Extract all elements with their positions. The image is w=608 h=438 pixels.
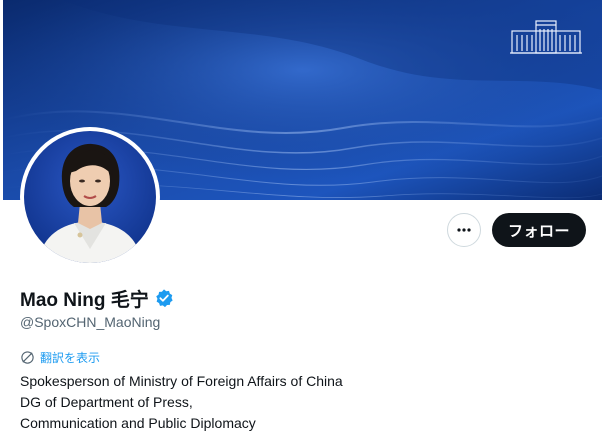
more-options-button[interactable] — [447, 213, 481, 247]
translate-globe-icon — [21, 350, 34, 364]
translate-bio-link[interactable]: 翻訳を表示 — [20, 348, 100, 366]
translate-label: 翻訳を表示 — [40, 350, 101, 365]
avatar — [24, 131, 156, 263]
profile-bio: Spokesperson of Ministry of Foreign Affa… — [20, 371, 343, 434]
profile-handle: @SpoxCHN_MaoNing — [20, 314, 161, 330]
bio-line: Communication and Public Diplomacy — [20, 415, 256, 431]
display-name: Mao Ning 毛宁 — [20, 289, 149, 311]
follow-button[interactable]: フォロー — [492, 213, 586, 247]
bio-line: DG of Department of Press, — [20, 394, 193, 410]
follow-button-label: フォロー — [507, 222, 570, 240]
profile-name-row: Mao Ning 毛宁 — [20, 286, 174, 311]
building-emblem-icon — [510, 20, 582, 54]
more-horizontal-icon — [457, 228, 471, 232]
verified-badge-icon[interactable] — [154, 288, 174, 308]
avatar-frame[interactable] — [20, 127, 160, 267]
bio-line: Spokesperson of Ministry of Foreign Affa… — [20, 373, 343, 389]
profile-page: フォロー Mao Ning 毛宁 @SpoxCHN_MaoNing 翻訳を表示 … — [0, 0, 608, 438]
